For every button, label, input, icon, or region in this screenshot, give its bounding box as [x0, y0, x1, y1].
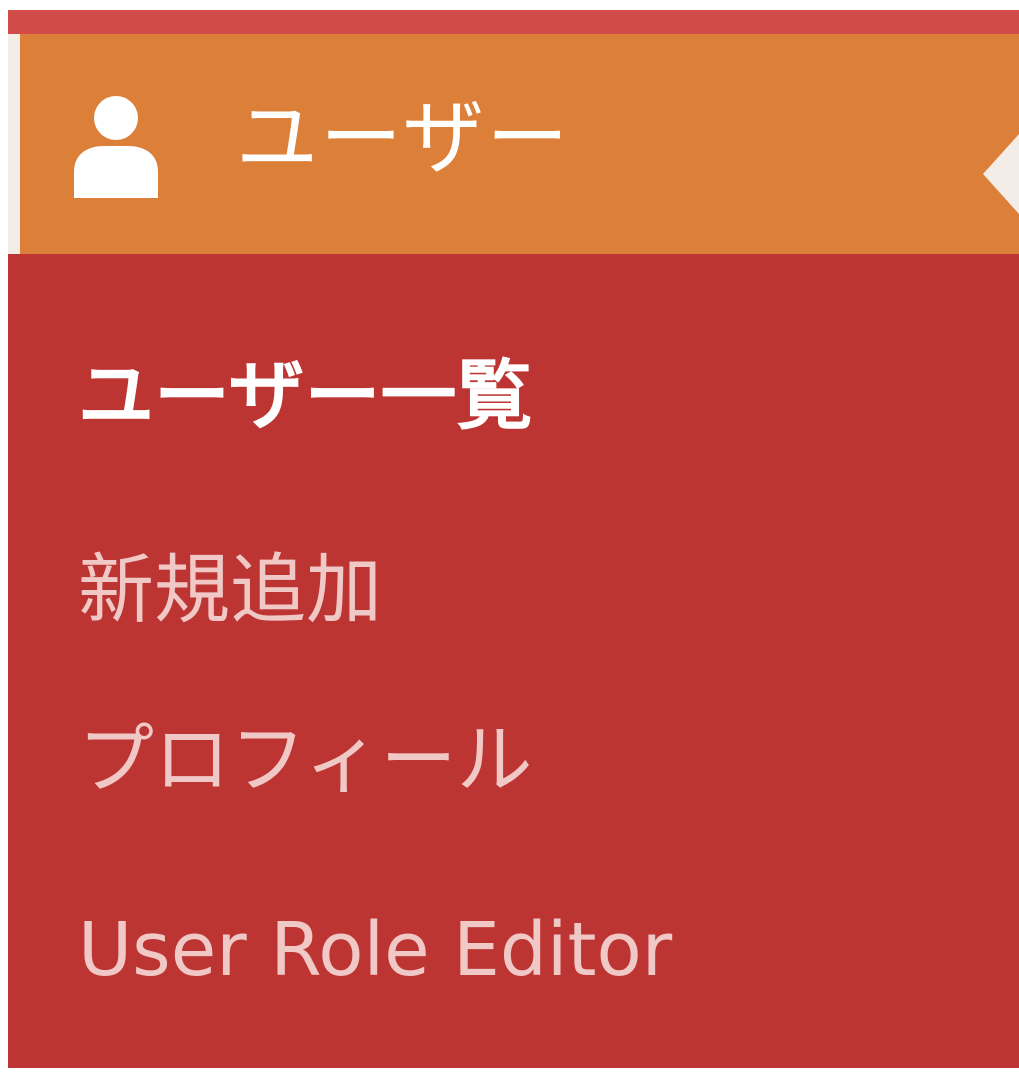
- submenu-profile[interactable]: プロフィール: [78, 722, 532, 798]
- users-admin-menu: ユーザー ユーザー一覧 新規追加 プロフィール User Role Editor: [8, 10, 1019, 1068]
- menu-top-strip: [8, 10, 1019, 34]
- current-menu-arrow: [983, 134, 1019, 214]
- submenu-user-list[interactable]: ユーザー一覧: [78, 358, 532, 434]
- submenu-user-role-editor[interactable]: User Role Editor: [78, 913, 672, 987]
- users-menu-header[interactable]: ユーザー: [8, 34, 1019, 254]
- menu-left-accent: [8, 34, 20, 254]
- submenu-add-new[interactable]: 新規追加: [78, 552, 382, 628]
- users-menu-label: ユーザー: [236, 91, 571, 186]
- user-icon: [74, 96, 158, 198]
